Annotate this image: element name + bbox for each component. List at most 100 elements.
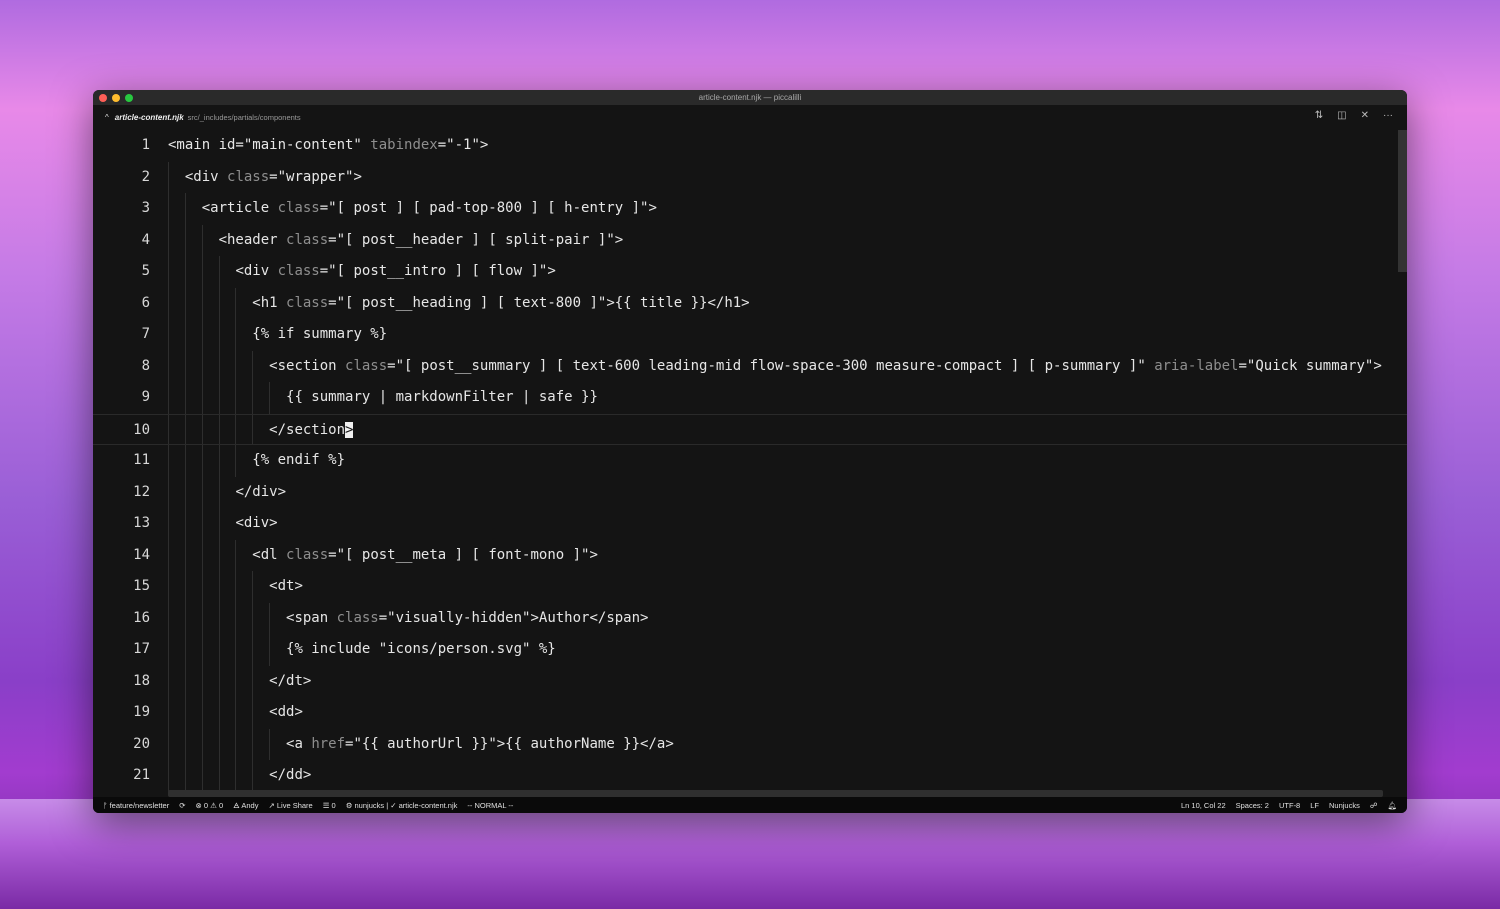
indent-guide — [252, 634, 254, 666]
tasks-item[interactable]: ☰ 0 — [323, 801, 336, 810]
code-text: <div class="[ post__intro ] [ flow ]"> — [235, 256, 555, 288]
feedback-icon[interactable]: ☍ — [1370, 801, 1378, 810]
tab-file-name[interactable]: article-content.njk — [115, 113, 184, 122]
code-line[interactable]: 18 </dt> — [93, 665, 1407, 697]
code-text: {% endif %} — [252, 445, 345, 477]
code-line[interactable]: 13 <div> — [93, 508, 1407, 540]
code-line[interactable]: 7 {% if summary %} — [93, 319, 1407, 351]
horizontal-scrollbar[interactable] — [168, 790, 1383, 797]
code-token: <div — [184, 168, 228, 185]
indent-guide — [168, 414, 169, 444]
indent-guide — [235, 697, 237, 729]
minimize-window-button[interactable] — [112, 94, 120, 102]
indent-guide — [218, 760, 220, 792]
close-icon[interactable]: ✕ — [1361, 110, 1369, 121]
language-mode[interactable]: Nunjucks — [1329, 801, 1360, 810]
code-token: <dd> — [269, 704, 303, 720]
indent-guide — [184, 319, 186, 351]
code-text: <main id="main-content" tabindex="-1"> — [168, 130, 488, 162]
indent-guide — [235, 382, 237, 414]
indent-guide — [269, 382, 271, 414]
code-token: <dl — [252, 546, 287, 563]
lint-item[interactable]: ⚙ nunjucks | ✓ article-content.njk — [346, 801, 458, 810]
maximize-window-button[interactable] — [125, 94, 133, 102]
attribute-name: class — [286, 294, 329, 311]
code-editor[interactable]: 1 <main id="main-content" tabindex="-1"> 2… — [93, 130, 1407, 797]
notifications-bell-icon[interactable]: 🔔︎ — [1387, 801, 1397, 810]
indent-guide — [218, 382, 220, 414]
code-line[interactable]: 15 <dt> — [93, 571, 1407, 603]
indent-guide — [235, 287, 237, 319]
indent-guide — [184, 539, 186, 571]
code-token: <dt> — [269, 578, 303, 594]
line-ending[interactable]: LF — [1310, 801, 1319, 810]
indent-guide — [252, 697, 254, 729]
code-line[interactable]: 14 <dl class="[ post__meta ] [ font-mono … — [93, 539, 1407, 572]
code-line[interactable]: 5 <div class="[ post__intro ] [ flow ]"> — [93, 256, 1407, 288]
git-branch-icon: ᚠ — [103, 800, 110, 810]
code-line[interactable]: 4 <header class="[ post__header ] [ split… — [93, 224, 1407, 256]
code-line[interactable]: 8 <section class="[ post__summary ] [ tex… — [93, 350, 1407, 382]
line-number: 16 — [133, 609, 150, 626]
sync-icon[interactable]: ⟳ — [179, 801, 185, 810]
encoding[interactable]: UTF-8 — [1279, 801, 1300, 810]
code-line[interactable]: 17 {% include "icons/person.svg" %} — [93, 634, 1407, 666]
indent-guide — [218, 508, 220, 540]
breadcrumb: ^ article-content.njk src/_includes/part… — [93, 105, 1407, 130]
problems-item[interactable]: ⊗ 0 ⚠ 0 — [196, 801, 224, 810]
code-line[interactable]: 11 {% endif %} — [93, 445, 1407, 477]
indent-guide — [218, 445, 220, 477]
indent-guide — [201, 760, 203, 792]
code-token: ="wrapper"> — [269, 168, 362, 185]
indent-guide — [201, 319, 203, 351]
indent-guide — [201, 602, 203, 634]
indent-guide — [184, 634, 186, 666]
line-number: 17 — [133, 641, 150, 657]
code-token: ="[ post__summary ] [ text-600 leading-m… — [387, 357, 1155, 374]
code-text: <dl class="[ post__meta ] [ font-mono ]"… — [252, 540, 598, 572]
indent-guide — [168, 508, 169, 540]
indent-guide — [201, 287, 203, 319]
code-line[interactable]: 3 <article class="[ post ] [ pad-top-800 … — [93, 193, 1407, 225]
more-actions-icon[interactable]: ··· — [1383, 110, 1393, 121]
indent-guide — [184, 414, 186, 444]
user-item[interactable]: 🜁 Andy — [233, 798, 258, 813]
scrollbar-thumb[interactable] — [1398, 130, 1407, 272]
indent-guide — [201, 350, 203, 382]
code-token: <section — [269, 357, 346, 374]
branch-item[interactable]: ᚠ feature/newsletter — [103, 801, 169, 810]
live-share-button[interactable]: ↗ Live Share — [268, 801, 312, 810]
code-line[interactable]: 12 </div> — [93, 476, 1407, 508]
code-token: {{ summary | markdownFilter | safe }} — [286, 389, 598, 405]
code-line[interactable]: 9 {{ summary | markdownFilter | safe }} — [93, 382, 1407, 414]
code-line[interactable]: 21 </dd> — [93, 760, 1407, 792]
live-share-label: Live Share — [276, 800, 313, 810]
code-text: <span class="visually-hidden">Author</sp… — [286, 603, 648, 635]
indent-guide — [235, 445, 237, 477]
line-number: 2 — [141, 168, 150, 185]
indent-guide — [168, 634, 169, 666]
caret-up-icon[interactable]: ^ — [105, 113, 109, 122]
code-token: <span — [286, 609, 337, 626]
code-line[interactable]: 1 <main id="main-content" tabindex="-1"> — [93, 130, 1407, 162]
title-bar: article-content.njk — piccalilli — [93, 90, 1407, 105]
code-token: </div> — [235, 483, 287, 500]
indent-guide — [201, 382, 203, 414]
indent-guide — [184, 382, 186, 414]
code-line[interactable]: 2 <div class="wrapper"> — [93, 161, 1407, 193]
code-line[interactable]: 20 <a href="{{ authorUrl }}">{{ authorNam… — [93, 728, 1407, 760]
compare-changes-icon[interactable]: ⇅ — [1315, 110, 1323, 121]
close-window-button[interactable] — [99, 94, 107, 102]
indent-guide — [184, 445, 186, 477]
split-editor-icon[interactable]: ◫ — [1337, 110, 1346, 121]
indent-guide — [168, 697, 169, 729]
code-line[interactable]: 6 <h1 class="[ post__heading ] [ text-800… — [93, 287, 1407, 319]
code-token: ="{{ authorUrl }}">{{ authorName }}</a> — [345, 735, 674, 752]
line-number: 13 — [133, 515, 150, 531]
cursor-position[interactable]: Ln 10, Col 22 — [1181, 801, 1226, 810]
code-line[interactable]: 16 <span class="visually-hidden">Author</… — [93, 602, 1407, 635]
code-line[interactable]: 19 <dd> — [93, 697, 1407, 729]
vertical-scrollbar[interactable] — [1398, 130, 1407, 797]
indentation[interactable]: Spaces: 2 — [1236, 801, 1269, 810]
code-line[interactable]: 10 </section> — [93, 413, 1407, 445]
